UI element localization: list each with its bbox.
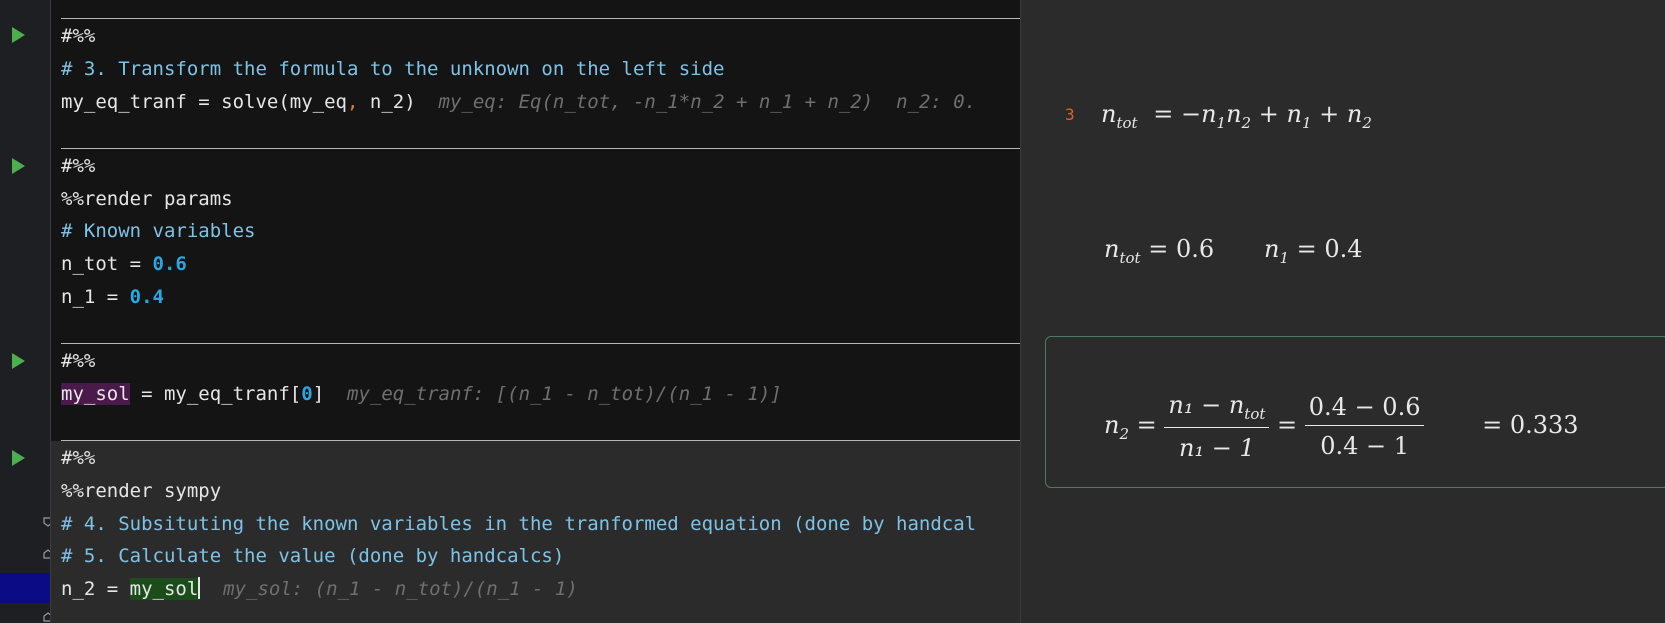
code-text: n_1 = [61,286,130,308]
run-cell-button[interactable] [12,27,25,43]
result-value: = 0.333 [1482,411,1579,439]
cell-separator [61,18,1020,19]
numeric-fraction: 0.4 − 0.6 0.4 − 1 [1304,393,1425,460]
highlighted-identifier: my_sol [129,578,199,600]
run-cell-button[interactable] [12,353,25,369]
editor-gutter [0,0,53,623]
code-line[interactable]: my_sol = my_eq_tranf[0] my_eq_tranf: [(n… [61,381,782,407]
code-comment: # 4. Subsituting the known variables in … [61,513,977,535]
code-line[interactable]: my_eq_tranf = solve(my_eq, n_2) my_eq: E… [61,89,976,115]
cell-marker: #%% [61,155,96,177]
cell-separator [61,148,1020,149]
code-editor[interactable]: #%% # 3. Transform the formula to the un… [51,0,1020,623]
code-comment: # 3. Transform the formula to the unknow… [61,58,725,80]
code-text: ] [312,383,325,405]
inline-hint: my_eq: Eq(n_tot, -n_1*n_2 + n_1 + n_2) n… [438,91,977,113]
cell-marker: #%% [61,447,96,469]
equation-line: ntot = −n1n2 + n1 + n2 [1101,100,1372,132]
result-box: n2 = n₁ − ntot n₁ − 1 = 0.4 − 0.6 0.4 − … [1045,336,1665,488]
code-punct: , [346,91,359,113]
render-preview-panel: 3 ntot = −n1n2 + n1 + n2 ntot = 0.6 n1 =… [1020,0,1665,623]
current-line-marker [0,573,50,603]
code-text: = my_eq_tranf[ [129,383,302,405]
code-text: n_2) [358,91,416,113]
cell-separator [61,440,1020,441]
code-comment: # Known variables [61,220,256,242]
param-n-tot: ntot = 0.6 [1104,235,1215,267]
code-text: n_tot = [61,253,153,275]
run-cell-button[interactable] [12,450,25,466]
equation-number: 3 [1065,105,1075,124]
code-number: 0 [301,383,313,405]
text-caret [198,577,201,599]
inline-hint: my_sol: (n_1 - n_tot)/(n_1 - 1) [223,578,578,600]
cell-marker: #%% [61,25,96,47]
code-line[interactable]: n_tot = 0.6 [61,251,187,277]
code-line[interactable]: n_2 = my_sol my_sol: (n_1 - n_tot)/(n_1 … [61,576,578,602]
param-n-1: n1 = 0.4 [1264,235,1363,267]
result-equation: n2 = n₁ − ntot n₁ − 1 = 0.4 − 0.6 0.4 − … [1104,391,1579,462]
code-text: my_eq_tranf = solve(my_eq [61,91,347,113]
cell-marker: #%% [61,350,96,372]
cell-separator [61,343,1020,344]
code-number: 0.6 [152,253,187,275]
code-number: 0.4 [129,286,164,308]
code-comment: # 5. Calculate the value (done by handca… [61,545,565,567]
inline-hint: my_eq_tranf: [(n_1 - n_tot)/(n_1 - 1)] [347,383,782,405]
highlighted-identifier: my_sol [61,383,130,405]
run-cell-button[interactable] [12,158,25,174]
magic-command: %%render sympy [61,480,222,502]
magic-command: %%render params [61,188,233,210]
code-text: n_2 = [61,578,130,600]
code-line[interactable]: n_1 = 0.4 [61,284,164,310]
symbolic-fraction: n₁ − ntot n₁ − 1 [1164,391,1270,462]
